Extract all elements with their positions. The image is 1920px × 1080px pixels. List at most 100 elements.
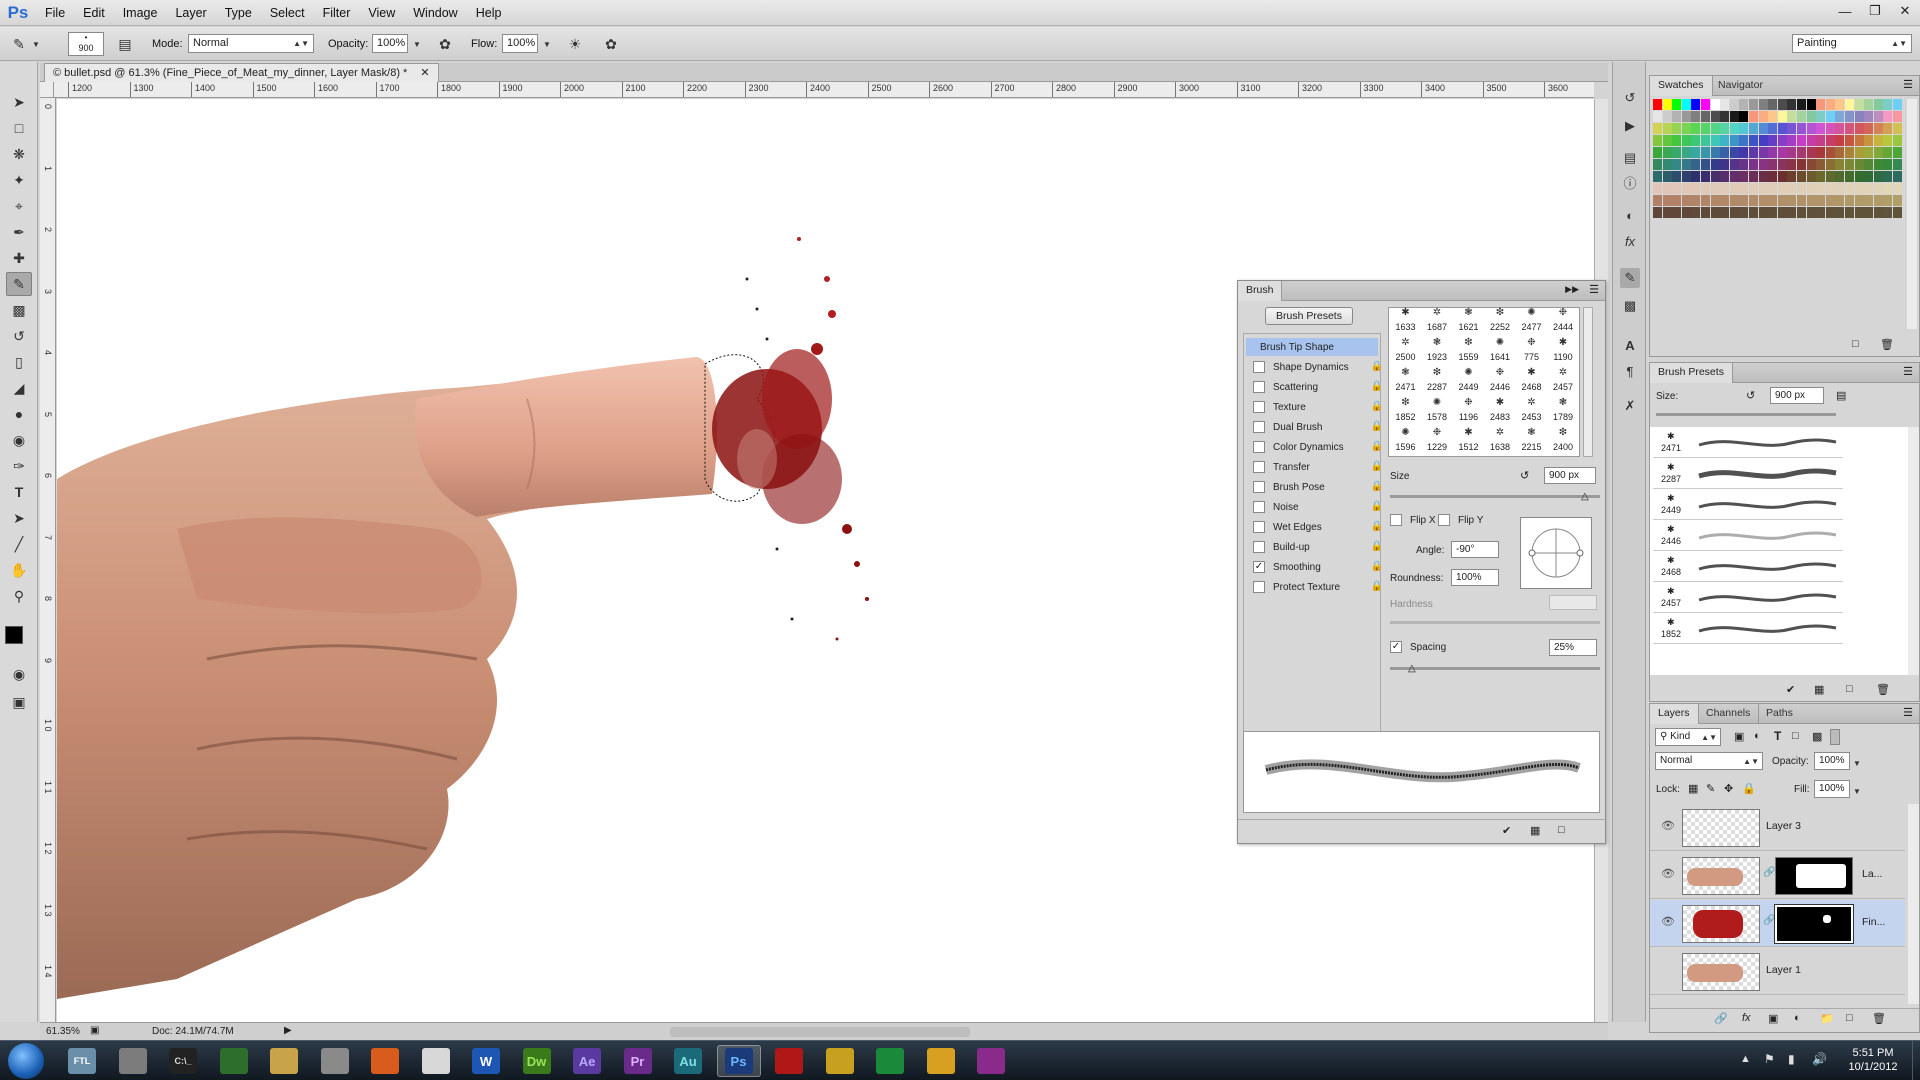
type-tool-icon[interactable]: T — [6, 480, 32, 504]
swatch[interactable] — [1758, 123, 1768, 134]
layer-row[interactable]: 👁 Layer 3 — [1650, 804, 1905, 851]
swatch[interactable] — [1845, 183, 1854, 194]
swatch[interactable] — [1845, 195, 1854, 206]
add-mask-icon[interactable]: ▣ — [1768, 1012, 1778, 1025]
flip-x-checkbox[interactable]: Flip X — [1390, 514, 1436, 526]
mode-select[interactable]: Normal ▲▼ — [188, 34, 314, 53]
swatch[interactable] — [1720, 111, 1730, 122]
swatch[interactable] — [1653, 207, 1662, 218]
lock-icon[interactable]: 🔒 — [1371, 581, 1383, 592]
option-checkbox-icon[interactable]: ✓ — [1253, 561, 1265, 573]
swatch[interactable] — [1893, 159, 1902, 170]
swatch[interactable] — [1845, 135, 1854, 146]
swatch[interactable] — [1681, 99, 1691, 110]
workspace-select[interactable]: Painting ▲▼ — [1792, 34, 1912, 53]
tab-channels[interactable]: Channels — [1698, 704, 1760, 724]
swatch[interactable] — [1758, 171, 1768, 182]
swatch[interactable] — [1854, 159, 1864, 170]
swatch[interactable] — [1864, 183, 1874, 194]
after-effects-taskbar-button[interactable]: Ae — [565, 1045, 609, 1077]
brush-option-color-dynamics[interactable]: Color Dynamics 🔒 — [1253, 438, 1387, 456]
layer-name[interactable]: Fin... — [1862, 916, 1885, 928]
pressure-size-icon[interactable]: ✿ — [600, 33, 622, 55]
swatch[interactable] — [1864, 195, 1874, 206]
eraser-tool-icon[interactable]: ▯ — [6, 350, 32, 374]
swatch[interactable] — [1806, 147, 1816, 158]
swatch[interactable] — [1729, 183, 1739, 194]
swatch[interactable] — [1825, 159, 1835, 170]
swatch[interactable] — [1854, 135, 1864, 146]
swatch[interactable] — [1806, 159, 1816, 170]
link-layers-icon[interactable]: 🔗 — [1714, 1012, 1728, 1025]
swatch[interactable] — [1710, 111, 1720, 122]
tray-expand-icon[interactable]: ▲ — [1740, 1053, 1751, 1065]
swatch[interactable] — [1835, 135, 1845, 146]
swatch[interactable] — [1854, 111, 1864, 122]
clone-source-panel-icon[interactable]: ▩ — [1620, 296, 1640, 316]
swatch[interactable] — [1806, 195, 1816, 206]
swatch[interactable] — [1797, 135, 1806, 146]
start-button[interactable] — [8, 1043, 44, 1079]
swatch[interactable] — [1739, 183, 1749, 194]
swatch[interactable] — [1873, 99, 1883, 110]
lock-position-icon[interactable]: ✥ — [1724, 782, 1733, 795]
hand-tool-icon[interactable]: ✋ — [6, 558, 32, 582]
fill-dropdown-icon[interactable]: ▼ — [1853, 787, 1861, 796]
swatch[interactable] — [1720, 183, 1730, 194]
toggle-brush-panel-icon[interactable]: ✔ — [1786, 683, 1795, 696]
new-group-icon[interactable]: 📁 — [1820, 1012, 1834, 1025]
swatch[interactable] — [1701, 135, 1710, 146]
toggle-live-tip-icon[interactable]: ✔ — [1502, 824, 1511, 837]
swatch[interactable] — [1662, 147, 1672, 158]
brush-tip[interactable]: ✲ 2457 — [1548, 364, 1579, 395]
new-swatch-icon[interactable]: □ — [1852, 338, 1859, 350]
properties-panel-icon[interactable]: ▤ — [1620, 148, 1640, 168]
layer-name[interactable]: Layer 3 — [1766, 820, 1801, 832]
brush-option-noise[interactable]: Noise 🔒 — [1253, 498, 1387, 516]
mask-link-icon[interactable]: 🔗 — [1763, 867, 1775, 878]
tab-navigator[interactable]: Navigator — [1710, 76, 1771, 96]
swatch[interactable] — [1662, 183, 1672, 194]
brush-preset-item[interactable]: ✱ 2468 — [1653, 551, 1843, 582]
swatch[interactable] — [1825, 183, 1835, 194]
tab-swatches[interactable]: Swatches — [1650, 76, 1713, 96]
layer-row[interactable]: 👁 🔗 Fin... — [1650, 900, 1905, 947]
swatch[interactable] — [1835, 171, 1845, 182]
layers-scrollbar[interactable] — [1908, 804, 1919, 1004]
swatch[interactable] — [1691, 99, 1701, 110]
swatch[interactable] — [1806, 207, 1816, 218]
swatch[interactable] — [1768, 207, 1778, 218]
swatch[interactable] — [1681, 195, 1691, 206]
swatch[interactable] — [1681, 207, 1691, 218]
brush-option-dual-brush[interactable]: Dual Brush 🔒 — [1253, 418, 1387, 436]
filter-shape-icon[interactable]: □ — [1792, 730, 1799, 742]
chrome-taskbar-button[interactable] — [919, 1045, 963, 1077]
brush-tip[interactable]: ❇ 2252 — [1485, 304, 1516, 335]
swatch[interactable] — [1710, 171, 1720, 182]
swatch[interactable] — [1662, 123, 1672, 134]
swatch[interactable] — [1777, 171, 1787, 182]
swatch[interactable] — [1777, 147, 1787, 158]
swatch[interactable] — [1864, 99, 1874, 110]
swatch[interactable] — [1691, 171, 1701, 182]
brush-tip[interactable]: ✲ 1638 — [1485, 424, 1516, 455]
tip-grid-scrollbar[interactable] — [1583, 307, 1593, 457]
swatch[interactable] — [1806, 111, 1816, 122]
swatch[interactable] — [1672, 111, 1682, 122]
swatch[interactable] — [1653, 147, 1662, 158]
swatch[interactable] — [1768, 135, 1778, 146]
brush-option-brush-tip-shape[interactable]: Brush Tip Shape — [1246, 338, 1378, 356]
swatch[interactable] — [1681, 135, 1691, 146]
swatch[interactable] — [1835, 159, 1845, 170]
eye-icon[interactable]: 👁 — [1661, 915, 1675, 928]
menu-edit[interactable]: Edit — [74, 0, 114, 26]
option-checkbox-icon[interactable] — [1253, 581, 1265, 593]
spacing-input[interactable]: 25% — [1549, 639, 1597, 656]
brush-size-picker[interactable]: • 900 — [68, 32, 104, 56]
swatch[interactable] — [1873, 183, 1883, 194]
menu-file[interactable]: File — [36, 0, 74, 26]
swatch[interactable] — [1777, 99, 1787, 110]
swatch[interactable] — [1806, 99, 1816, 110]
brush-tip[interactable]: ❉ 775 — [1516, 334, 1547, 365]
lock-icon[interactable]: 🔒 — [1371, 561, 1383, 572]
